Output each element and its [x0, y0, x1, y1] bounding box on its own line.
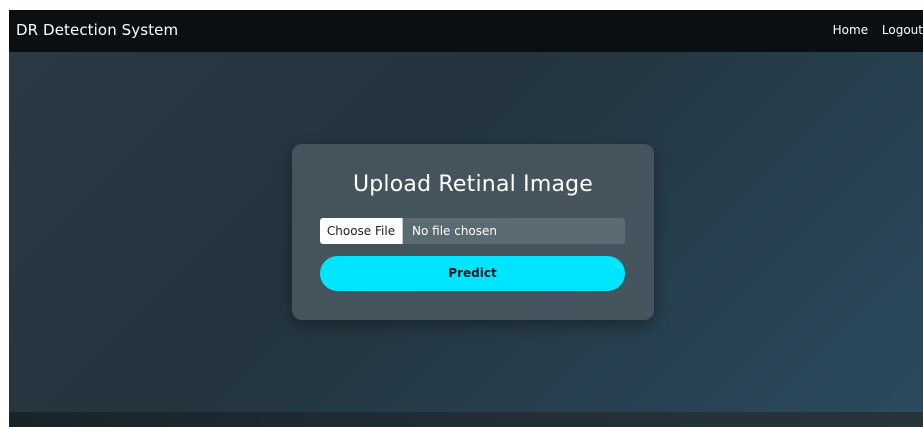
- app-frame: DR Detection System Home Logout Upload R…: [0, 0, 923, 427]
- file-input[interactable]: Choose File No file chosen: [320, 218, 625, 244]
- top-navbar: DR Detection System Home Logout: [9, 10, 923, 52]
- nav-logout-link[interactable]: Logout: [882, 23, 923, 37]
- upload-card: Upload Retinal Image Choose File No file…: [292, 144, 654, 320]
- file-status-text: No file chosen: [412, 224, 498, 238]
- brand-title: DR Detection System: [16, 21, 179, 39]
- nav-home-link[interactable]: Home: [833, 23, 868, 37]
- nav-links: Home Logout: [823, 23, 923, 37]
- footer-strip: [9, 412, 923, 427]
- upload-card-title: Upload Retinal Image: [352, 172, 594, 197]
- predict-button[interactable]: Predict: [320, 256, 625, 291]
- choose-file-button[interactable]: Choose File: [320, 218, 403, 244]
